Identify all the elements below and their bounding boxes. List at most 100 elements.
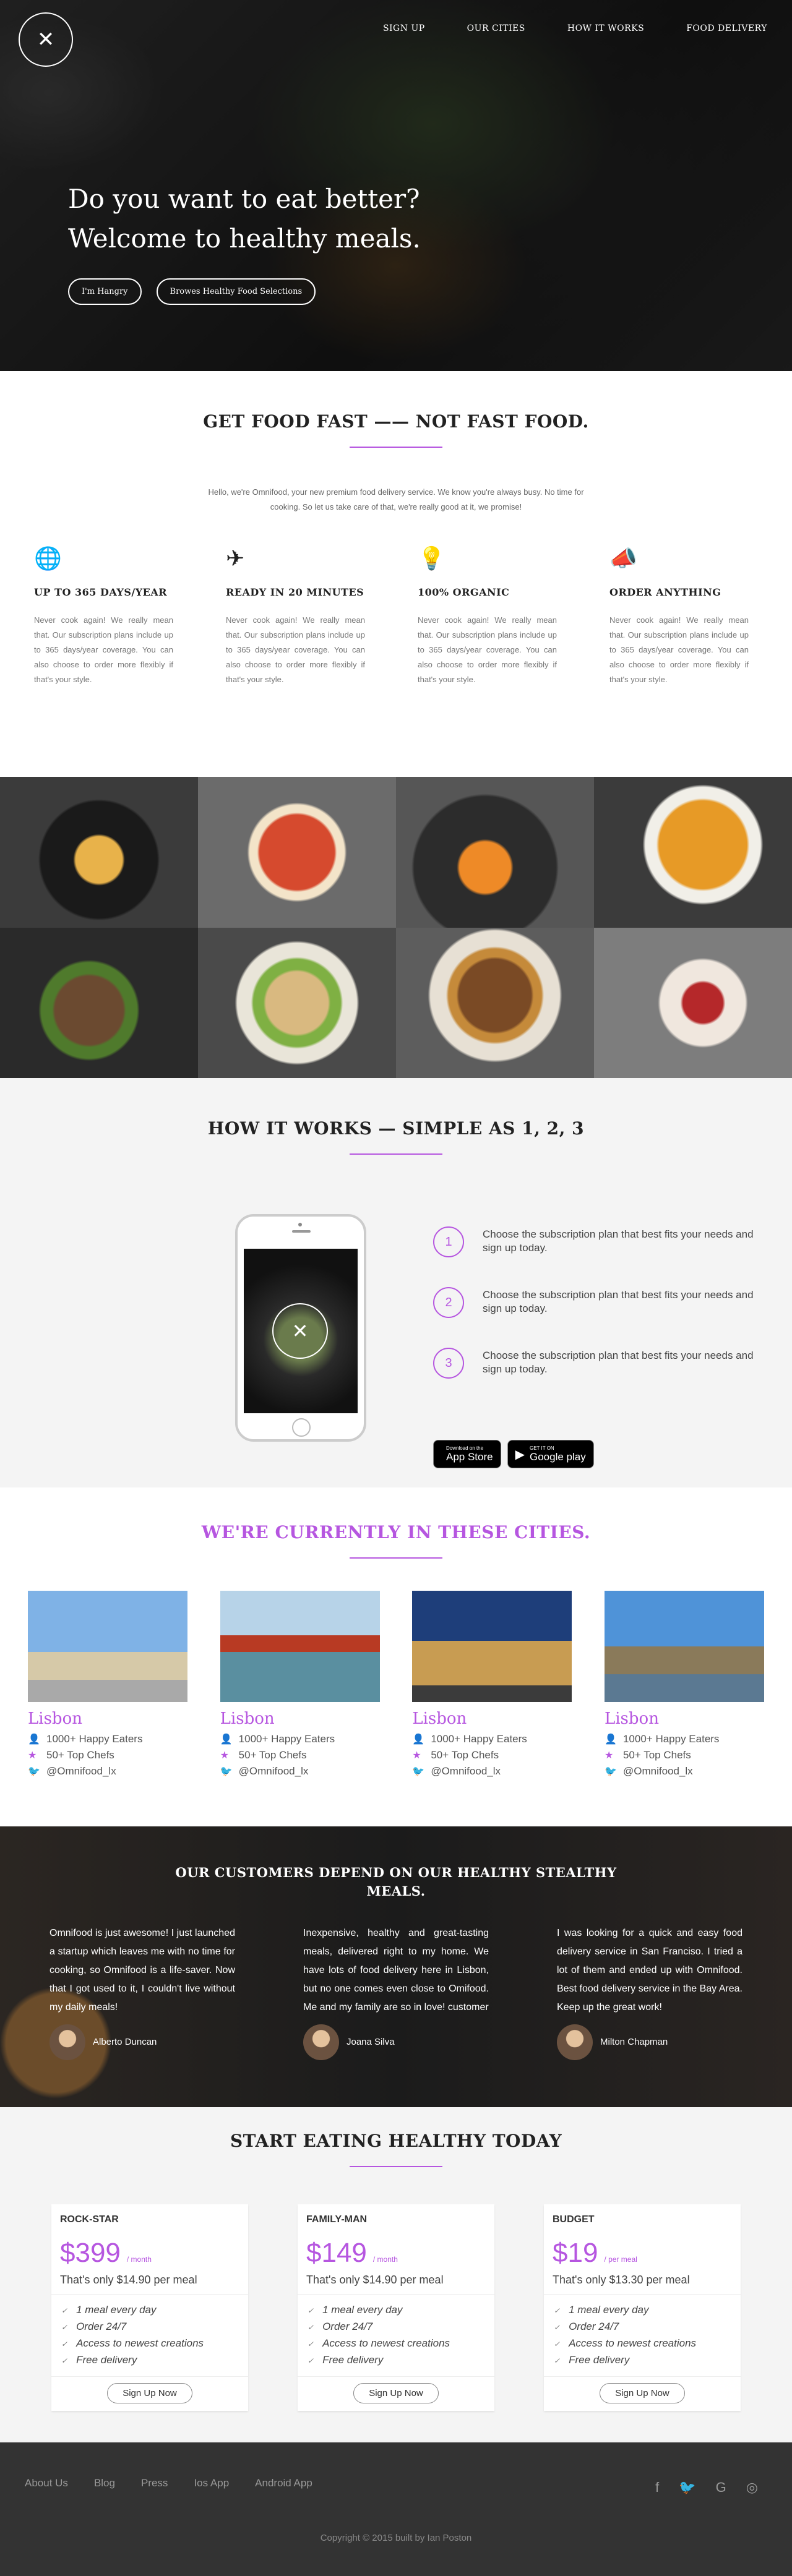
plan-name: ROCK-STAR — [60, 2214, 119, 2225]
social-links: f 🐦 G ◎ — [655, 2480, 758, 2496]
plan-subtitle: That's only $13.30 per meal — [553, 2274, 690, 2286]
meal-photo — [594, 928, 792, 1078]
price-value: $19 — [553, 2238, 598, 2268]
plan-price: $149 / month — [306, 2238, 486, 2269]
sign-up-button[interactable]: Sign Up Now — [107, 2383, 192, 2403]
nav-sign-up[interactable]: SIGN UP — [383, 24, 425, 33]
city-twitter: 🐦 @Omnifood_lx — [605, 1765, 764, 1778]
airplane-icon: ✈ — [226, 546, 245, 571]
google-play-small: GET IT ON — [530, 1445, 554, 1451]
hero-section: ✕ SIGN UP OUR CITIES HOW IT WORKS FOOD D… — [0, 0, 792, 371]
city-chefs: ★ 50+ Top Chefs — [28, 1749, 187, 1761]
plan-footer: Sign Up Now — [51, 2376, 248, 2411]
testimonial-author: Joana Silva — [303, 2024, 489, 2060]
plan-features: 1 meal every day Order 24/7 Access to ne… — [544, 2294, 741, 2376]
chefs-text: 50+ Top Chefs — [622, 1749, 691, 1761]
twitter-icon: 🐦 — [28, 1766, 40, 1777]
plan-feature: Order 24/7 — [61, 2319, 238, 2335]
feature-text: Never cook again! We really mean that. O… — [226, 615, 365, 684]
footer-link-blog[interactable]: Blog — [94, 2477, 115, 2489]
price-value: $399 — [60, 2238, 121, 2268]
feature-heading: READY IN 20 MINUTES — [226, 586, 364, 598]
app-store-badge[interactable]: Download on the App Store — [433, 1440, 501, 1468]
city-card: Lisbon 👤 1000+ Happy Eaters ★ 50+ Top Chef… — [412, 1591, 572, 1781]
meals-gallery — [0, 777, 792, 1078]
plan-price: $19 / per meal — [553, 2238, 732, 2269]
feature-heading: 100% ORGANIC — [418, 586, 510, 598]
features-section: GET FOOD FAST —— NOT FAST FOOD. Hello, w… — [0, 371, 792, 777]
google-play-badge[interactable]: ▶ GET IT ON Google play — [507, 1440, 594, 1468]
plan-name: FAMILY-MAN — [306, 2214, 368, 2225]
city-twitter: 🐦 @Omnifood_lx — [28, 1765, 187, 1778]
city-photo — [412, 1591, 572, 1702]
instagram-icon[interactable]: ◎ — [746, 2480, 758, 2496]
plan-feature: Free delivery — [61, 2352, 238, 2369]
footer-link-press[interactable]: Press — [141, 2477, 168, 2489]
store-badges: Download on the App Store ▶ GET IT ON Goog… — [433, 1440, 594, 1468]
plan-features: 1 meal every day Order 24/7 Access to ne… — [298, 2294, 494, 2376]
footer-link-ios-app[interactable]: Ios App — [194, 2477, 229, 2489]
step-number: 3 — [433, 1348, 464, 1379]
meal-photo — [0, 777, 198, 928]
testimonial-text: I was looking for a quick and easy food … — [557, 1928, 742, 2013]
nav-food-delivery[interactable]: FOOD DELIVERY — [686, 24, 767, 33]
city-chefs: ★ 50+ Top Chefs — [220, 1749, 380, 1761]
plan-feature: 1 meal every day — [554, 2302, 731, 2319]
testimonial-author: Alberto Duncan — [50, 2024, 235, 2060]
sign-up-button[interactable]: Sign Up Now — [600, 2383, 685, 2403]
eaters-text: 1000+ Happy Eaters — [238, 1733, 335, 1745]
step-item: 1 Choose the subscription plan that best… — [433, 1226, 755, 1257]
step-number: 2 — [433, 1287, 464, 1318]
twitter-icon[interactable]: 🐦 — [679, 2480, 695, 2496]
phone-home-button — [292, 1418, 311, 1437]
hero-text: Do you want to eat better? Welcome to he… — [68, 179, 421, 305]
eaters-text: 1000+ Happy Eaters — [622, 1733, 720, 1745]
facebook-icon[interactable]: f — [655, 2480, 659, 2496]
hero-title: Do you want to eat better? Welcome to he… — [68, 179, 421, 259]
avatar — [303, 2024, 339, 2060]
plan-name: BUDGET — [553, 2214, 595, 2225]
twitter-link[interactable]: @Omnifood_lx — [431, 1765, 501, 1778]
author-name: Milton Chapman — [600, 2037, 668, 2047]
testimonial: Omnifood is just awesome! I just launche… — [50, 1924, 235, 2060]
app-store-label: App Store — [446, 1450, 493, 1463]
twitter-link[interactable]: @Omnifood_lx — [46, 1765, 116, 1778]
copyright: Copyright © 2015 built by Ian Poston — [320, 2533, 472, 2543]
phone-camera — [298, 1223, 302, 1226]
plan-price: $399 / month — [60, 2238, 239, 2269]
price-unit: / month — [372, 2255, 398, 2264]
footer-link-android-app[interactable]: Android App — [255, 2477, 312, 2489]
testimonial-text: Inexpensive, healthy and great-tasting m… — [303, 1928, 489, 2013]
plan-feature: Access to newest creations — [61, 2335, 238, 2352]
twitter-link[interactable]: @Omnifood_lx — [623, 1765, 693, 1778]
city-twitter: 🐦 @Omnifood_lx — [412, 1765, 572, 1778]
star-icon: ★ — [604, 1750, 614, 1761]
sign-up-button[interactable]: Sign Up Now — [353, 2383, 439, 2403]
play-icon: ▶ — [515, 1447, 525, 1461]
google-icon[interactable]: G — [716, 2480, 726, 2496]
city-name: Lisbon — [412, 1709, 467, 1728]
person-icon: 👤 — [220, 1734, 233, 1745]
nav-how-it-works[interactable]: HOW IT WORKS — [567, 24, 644, 33]
star-icon: ★ — [220, 1750, 229, 1761]
footer-link-about[interactable]: About Us — [25, 2477, 68, 2489]
browse-food-button[interactable]: Browes Healthy Food Selections — [156, 278, 316, 305]
city-photo — [28, 1591, 187, 1702]
step-text: Choose the subscription plan that best f… — [483, 1289, 754, 1314]
nav-our-cities[interactable]: OUR CITIES — [467, 24, 525, 33]
plan-header: ROCK-STAR $399 / month That's only $14.90… — [51, 2204, 248, 2294]
city-name: Lisbon — [604, 1709, 659, 1728]
twitter-icon: 🐦 — [220, 1766, 233, 1777]
hangry-button[interactable]: I'm Hangry — [68, 278, 142, 305]
plan-footer: Sign Up Now — [298, 2376, 494, 2411]
plan-feature: 1 meal every day — [308, 2302, 484, 2319]
cities-title: WE'RE CURRENTLY IN THESE CITIES. — [201, 1522, 591, 1543]
twitter-link[interactable]: @Omnifood_lx — [239, 1765, 309, 1778]
city-eaters: 👤 1000+ Happy Eaters — [28, 1733, 187, 1745]
google-play-label: Google play — [530, 1450, 586, 1463]
feature-item: 🌐 UP TO 365 DAYS/YEAR Never cook again! … — [34, 546, 183, 687]
fork-knife-icon: ✕ — [37, 28, 55, 51]
logo[interactable]: ✕ — [19, 12, 73, 67]
phone-screen: ✕ — [244, 1249, 358, 1413]
megaphone-icon: 📣 — [609, 546, 637, 571]
